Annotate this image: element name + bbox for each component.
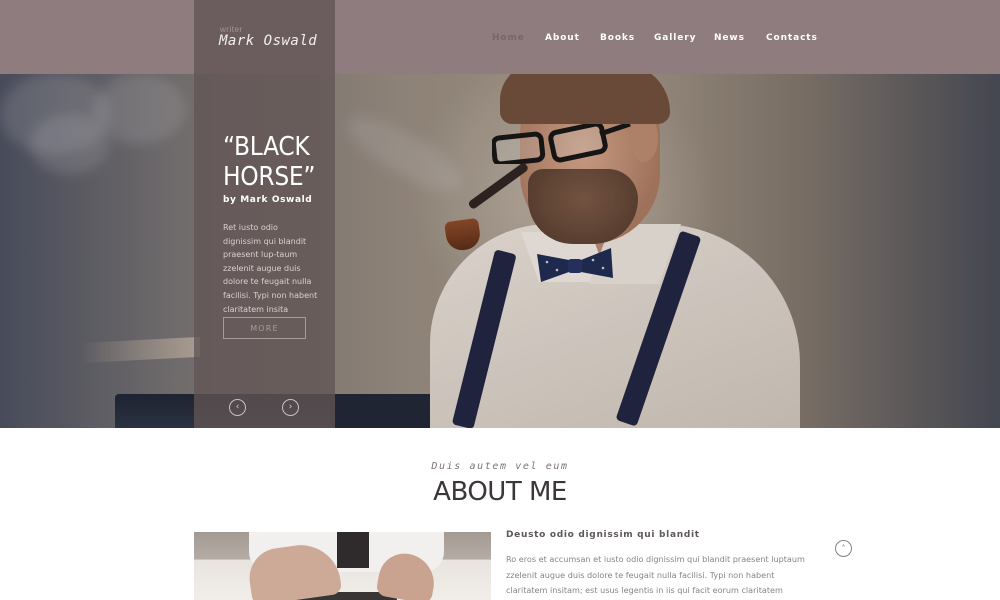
logo-panel [194,0,335,428]
more-button[interactable]: MORE [223,317,306,339]
nav-contacts[interactable]: Contacts [766,33,818,43]
chevron-up-icon: ˄ [841,544,846,553]
nav-home[interactable]: Home [492,33,525,43]
chevron-left-icon: ‹ [235,402,240,412]
about-subtitle: Duis autem vel eum [431,461,569,472]
nav-books[interactable]: Books [600,33,635,43]
slide-title: “BLACK HORSE” [223,132,316,192]
chevron-right-icon: › [288,402,293,412]
nav-gallery[interactable]: Gallery [654,33,696,43]
slide-author: by Mark Oswald [223,195,313,205]
about-body: Ro eros et accumsan et iusto odio dignis… [506,554,805,595]
logo-name[interactable]: Mark Oswald [219,33,317,49]
about-image-tie [337,532,369,568]
hero-slider [0,74,1000,428]
hero-overlay [0,74,1000,428]
nav-news[interactable]: News [714,33,745,43]
about-image [194,532,491,600]
nav-about[interactable]: About [545,33,580,43]
slider-prev-button[interactable]: ‹ [229,399,246,416]
slider-next-button[interactable]: › [282,399,299,416]
scroll-to-top-button[interactable]: ˄ [835,540,852,557]
about-heading: Deusto odio dignissim qui blandit [506,530,700,540]
about-title: ABOUT ME [433,477,567,507]
slide-description: Ret iusto odio dignissim qui blandit pra… [223,223,318,314]
